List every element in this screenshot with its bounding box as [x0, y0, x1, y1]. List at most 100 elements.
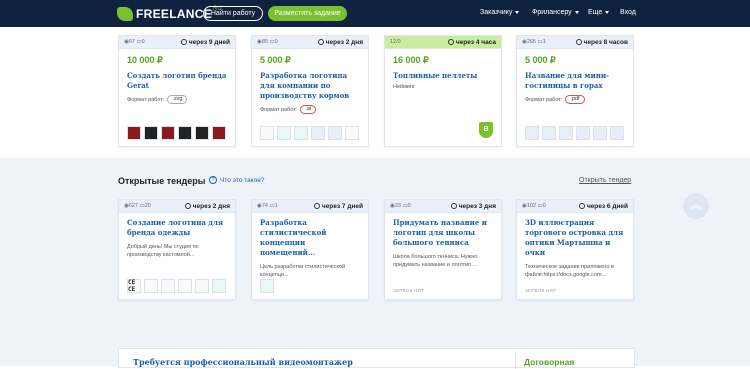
card-title[interactable]: Разработка стилистической концепции поме…	[260, 218, 360, 258]
thumbnails	[260, 279, 274, 293]
tender-card[interactable]: ◉ 74 ▭ 1 через 7 дней Разработка стилист…	[251, 199, 369, 300]
thumbnail[interactable]	[127, 126, 141, 140]
thumbnail[interactable]	[593, 126, 607, 140]
card-title[interactable]: Топливные пеллеты	[393, 71, 493, 81]
thumbnail[interactable]	[212, 126, 226, 140]
card-header: ◉ 265 ▭ 1 через 8 часов	[517, 36, 633, 49]
tender-card[interactable]: ◉ 102 ▭ 0 через 6 дней 3D иллюстрация то…	[516, 199, 634, 300]
open-tender-link[interactable]: Открыть тендер	[579, 177, 631, 184]
clock-icon	[578, 203, 585, 209]
comments-count: 0	[407, 203, 411, 209]
question-icon: ?	[209, 176, 217, 184]
clock-icon	[450, 203, 457, 209]
contest-card[interactable]: ◉ 85 ▭ 0 через 2 дня 5 000 ₽ Разработка …	[251, 35, 369, 147]
format-label: Формат работ:	[127, 96, 165, 103]
thumbnails	[260, 126, 359, 140]
card-header: ◉ 67 ▭ 0 через 9 дней	[119, 36, 235, 49]
thumbnail[interactable]	[576, 126, 590, 140]
thumbnail[interactable]: CE CE	[127, 279, 141, 293]
find-work-button[interactable]: Найти работу	[203, 6, 263, 21]
nav-more-label: Еще	[588, 9, 603, 16]
thumbnail[interactable]	[525, 126, 539, 140]
comments-count: 1	[274, 203, 278, 209]
card-title[interactable]: Придумать название и логотип для школы б…	[393, 218, 493, 248]
contest-card[interactable]: ◉ 265 ▭ 1 через 8 часов 5 000 ₽ Название…	[516, 35, 634, 147]
deadline: через 2 дня	[192, 202, 230, 210]
thumbnail[interactable]	[345, 126, 359, 140]
thumbnail[interactable]	[195, 126, 209, 140]
price: 5 000 ₽	[260, 55, 291, 65]
tenders-title: Открытые тендеры	[118, 176, 206, 186]
card-subtitle: Нейминг	[393, 84, 415, 90]
thumbnail[interactable]	[294, 126, 308, 140]
nav-client[interactable]: Заказчику	[480, 9, 520, 16]
thumbnail[interactable]	[277, 126, 291, 140]
clock-icon	[447, 39, 454, 45]
tender-card[interactable]: ◉ 627 ▭ 20 через 2 дня Создание логотипа…	[118, 199, 236, 300]
format-tag: .svg	[167, 95, 188, 104]
what-is-it-link[interactable]: ? Что это такое?	[209, 176, 264, 184]
thumbnail[interactable]	[161, 279, 175, 293]
price: 10 000 ₽	[127, 55, 163, 65]
thumbnail[interactable]	[610, 126, 624, 140]
price: 16 000 ₽	[393, 55, 429, 65]
card-title[interactable]: 3D иллюстрация торгового островка для оп…	[525, 218, 625, 258]
chevron-down-icon	[605, 11, 610, 14]
deadline: через 3 дня	[458, 202, 496, 210]
clock-icon	[313, 203, 320, 209]
nav-more[interactable]: Еще	[588, 9, 610, 16]
views-count: 102	[526, 203, 536, 209]
thumbnail[interactable]	[212, 279, 226, 293]
views-count: 23	[394, 203, 401, 209]
tender-card[interactable]: ◉ 23 ▭ 0 через 3 дня Придумать название …	[384, 199, 502, 300]
card-header: ◉ 102 ▭ 0 через 6 дней	[517, 200, 633, 213]
logo-text: FREELANCE	[136, 6, 213, 21]
thumbnail[interactable]	[311, 126, 325, 140]
comments-count: 20	[144, 203, 151, 209]
comments-count: 0	[141, 39, 145, 45]
comments-count: 0	[274, 39, 278, 45]
chevron-down-icon	[574, 11, 579, 14]
views-count: 85	[261, 39, 268, 45]
thumbnail[interactable]	[178, 279, 192, 293]
thumbnail[interactable]	[559, 126, 573, 140]
card-title[interactable]: Разработка логотипа для компании по прои…	[260, 71, 360, 101]
format-row: Формат работ: .pdf	[525, 95, 633, 104]
card-header: ◉ 627 ▭ 20 через 2 дня	[119, 200, 235, 213]
post-task-button[interactable]: Разместить задание	[268, 6, 347, 21]
format-tag: .ai	[300, 105, 317, 114]
comments-count: 0	[542, 203, 546, 209]
thumbnail[interactable]	[144, 279, 158, 293]
job-listing[interactable]: Требуется профессиональный видеомонтажер…	[118, 348, 635, 369]
deadline: через 9 дней	[188, 38, 230, 46]
thumbnail[interactable]	[161, 126, 175, 140]
scroll-up-icon[interactable]: ︽	[683, 193, 709, 219]
thumbnail[interactable]	[260, 126, 274, 140]
deadline: через 4 часа	[455, 38, 496, 46]
contest-card[interactable]: ◉ 67 ▭ 0 через 9 дней 10 000 ₽ Создать л…	[118, 35, 236, 147]
clock-icon	[180, 39, 187, 45]
logo-icon	[117, 6, 133, 21]
stamp-text: CE CE	[128, 279, 136, 293]
thumbnail[interactable]	[542, 126, 556, 140]
card-title[interactable]: Создание логотипа для бренда одежды	[127, 218, 227, 238]
thumbnail[interactable]	[195, 279, 209, 293]
card-title[interactable]: Название для мини-гостиницы в горах	[525, 71, 625, 91]
card-description: Техническое задание приложено в файле:ht…	[525, 264, 614, 278]
views-count: 12/0	[390, 39, 401, 45]
clock-icon	[184, 203, 191, 209]
card-title[interactable]: Создать логотип бренда Gerat	[127, 71, 227, 91]
contest-card[interactable]: 12/0 через 4 часа 16 000 ₽ Топливные пел…	[384, 35, 502, 147]
views-count: 265	[526, 39, 536, 45]
thumbnail[interactable]	[260, 279, 274, 293]
login-link[interactable]: Вход	[620, 9, 636, 16]
hidden-label: ЗЕРБОК НЯТ	[393, 288, 425, 293]
deadline: через 6 дней	[586, 202, 628, 210]
thumbnail[interactable]	[178, 126, 192, 140]
nav-freelancer[interactable]: Фрилансеру	[532, 9, 579, 16]
thumbnails	[127, 126, 226, 140]
thumbnail[interactable]	[328, 126, 342, 140]
price: 5 000 ₽	[525, 55, 556, 65]
thumbnail[interactable]	[144, 126, 158, 140]
shield-badge-icon: B	[479, 122, 493, 138]
